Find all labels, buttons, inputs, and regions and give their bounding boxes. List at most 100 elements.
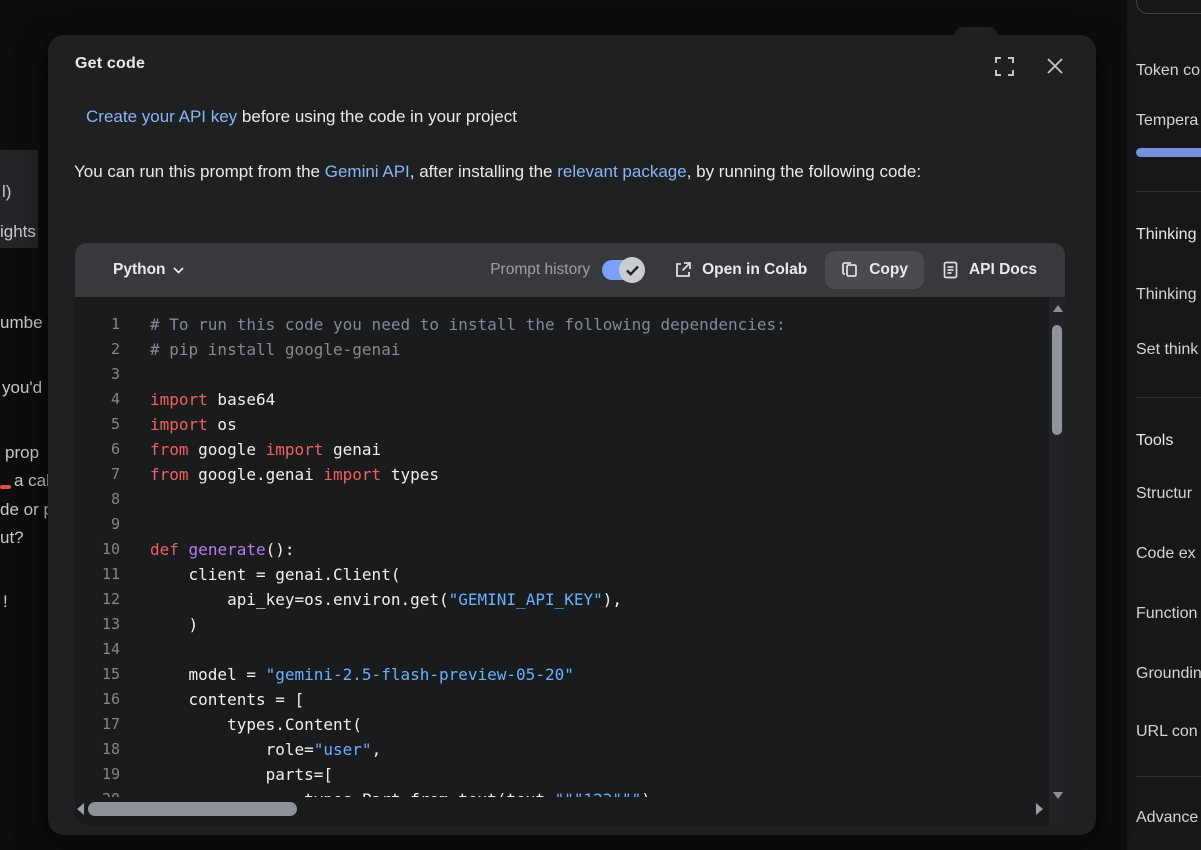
line-number: 14 [75, 637, 120, 662]
line-number: 2 [75, 337, 120, 362]
line-number: 11 [75, 562, 120, 587]
code-line: 6 from google import genai [75, 437, 1049, 462]
scroll-left-arrow-icon[interactable] [77, 803, 84, 815]
run-settings-sidebar: Token coTemperaThinkingThinkingSet think… [1127, 0, 1201, 850]
document-icon [942, 261, 959, 279]
code-text: from google import genai [150, 437, 381, 462]
toggle-knob [619, 257, 645, 283]
horizontal-scrollbar[interactable] [75, 797, 1045, 821]
background-text-fragment: ights [0, 222, 36, 242]
language-label: Python [113, 261, 166, 279]
sidebar-divider [1136, 397, 1201, 398]
line-number: 1 [75, 312, 120, 337]
checkmark-icon [626, 265, 639, 276]
description-text: , by running the following code: [687, 162, 921, 181]
line-number: 9 [75, 512, 120, 537]
sidebar-item-advance[interactable]: Advance [1136, 809, 1198, 827]
inline-link[interactable]: relevant package [557, 162, 686, 181]
scroll-down-arrow-icon[interactable] [1053, 792, 1063, 799]
code-text: api_key=os.environ.get("GEMINI_API_KEY")… [150, 587, 622, 612]
copy-icon [841, 261, 859, 279]
code-lines: 1 # To run this code you need to install … [75, 312, 1049, 812]
sidebar-item-code-ex[interactable]: Code ex [1136, 545, 1196, 563]
scroll-right-arrow-icon[interactable] [1036, 803, 1043, 815]
line-number: 18 [75, 737, 120, 762]
copy-button[interactable]: Copy [825, 251, 924, 289]
line-number: 13 [75, 612, 120, 637]
prompt-history-toggle[interactable] [602, 260, 642, 280]
sidebar-item-url-con[interactable]: URL con [1136, 723, 1198, 741]
code-line: 16 contents = [ [75, 687, 1049, 712]
sidebar-item-thinking[interactable]: Thinking [1136, 286, 1196, 304]
sidebar-item-tempera[interactable]: Tempera [1136, 112, 1198, 130]
code-line: 19 parts=[ [75, 762, 1049, 787]
open-in-colab-button[interactable]: Open in Colab [664, 252, 817, 288]
code-text: contents = [ [150, 687, 304, 712]
code-text: model = "gemini-2.5-flash-preview-05-20" [150, 662, 574, 687]
chevron-down-icon [173, 267, 184, 274]
open-in-new-icon [674, 261, 692, 279]
sidebar-section-tools: Tools [1136, 432, 1173, 450]
api-docs-button[interactable]: API Docs [932, 252, 1047, 288]
line-number: 8 [75, 487, 120, 512]
language-dropdown[interactable]: Python [113, 261, 184, 279]
background-text-fragment: you'd [2, 378, 42, 398]
code-panel: Python Prompt history [75, 243, 1065, 825]
inline-link[interactable]: Gemini API [325, 162, 410, 181]
code-line: 10 def generate(): [75, 537, 1049, 562]
fullscreen-button[interactable] [992, 54, 1016, 78]
line-number: 15 [75, 662, 120, 687]
code-line: 13 ) [75, 612, 1049, 637]
sidebar-item-function[interactable]: Function [1136, 605, 1197, 623]
background-page-strip: l)ightsumbeyou'dpropa calde or put?! [0, 0, 48, 850]
close-icon [1046, 57, 1064, 75]
code-text: role="user", [150, 737, 381, 762]
background-text-fragment: l) [2, 182, 11, 202]
horizontal-scroll-thumb[interactable] [88, 802, 297, 816]
code-line: 9 [75, 512, 1049, 537]
line-number: 5 [75, 412, 120, 437]
sidebar-item-set-think[interactable]: Set think [1136, 341, 1198, 359]
dialog-description: You can run this prompt from the Gemini … [74, 157, 1052, 187]
line-number: 12 [75, 587, 120, 612]
line-number: 6 [75, 437, 120, 462]
code-line: 15 model = "gemini-2.5-flash-preview-05-… [75, 662, 1049, 687]
prompt-history-label: Prompt history [490, 261, 590, 279]
line-number: 4 [75, 387, 120, 412]
line-number: 17 [75, 712, 120, 737]
sidebar-item-token-co[interactable]: Token co [1136, 62, 1200, 80]
code-line: 1 # To run this code you need to install … [75, 312, 1049, 337]
line-number: 10 [75, 537, 120, 562]
code-line: 11 client = genai.Client( [75, 562, 1049, 587]
code-line: 2 # pip install google-genai [75, 337, 1049, 362]
code-text: import os [150, 412, 237, 437]
background-text-fragment: prop [5, 443, 39, 463]
code-text: import base64 [150, 387, 275, 412]
scroll-up-arrow-icon[interactable] [1053, 305, 1063, 312]
temperature-slider[interactable] [1136, 148, 1201, 157]
close-button[interactable] [1043, 54, 1067, 78]
get-code-dialog: Get code Create your API key before usin… [48, 35, 1096, 835]
code-line: 14 [75, 637, 1049, 662]
background-text-fragment: ! [3, 592, 8, 612]
line-number: 3 [75, 362, 120, 387]
dialog-title: Get code [75, 55, 145, 73]
red-text-fragment [0, 485, 11, 489]
create-api-key-link[interactable]: Create your API key [86, 107, 237, 126]
api-key-notice: Create your API key before using the cod… [86, 107, 517, 127]
vertical-scrollbar[interactable] [1049, 297, 1065, 825]
code-line: 4 import base64 [75, 387, 1049, 412]
background-text-fragment: ut? [0, 528, 24, 548]
code-text: def generate(): [150, 537, 295, 562]
fullscreen-icon [995, 57, 1014, 76]
line-number: 7 [75, 462, 120, 487]
sidebar-item-groundin[interactable]: Groundin [1136, 665, 1201, 683]
api-docs-label: API Docs [969, 261, 1037, 279]
code-line: 17 types.Content( [75, 712, 1049, 737]
code-text: # pip install google-genai [150, 337, 400, 362]
code-text: # To run this code you need to install t… [150, 312, 786, 337]
background-text-fragment: umbe [0, 313, 43, 333]
vertical-scroll-thumb[interactable] [1052, 325, 1062, 435]
background-text-fragment: a cal [14, 471, 48, 491]
sidebar-item-structur[interactable]: Structur [1136, 485, 1192, 503]
